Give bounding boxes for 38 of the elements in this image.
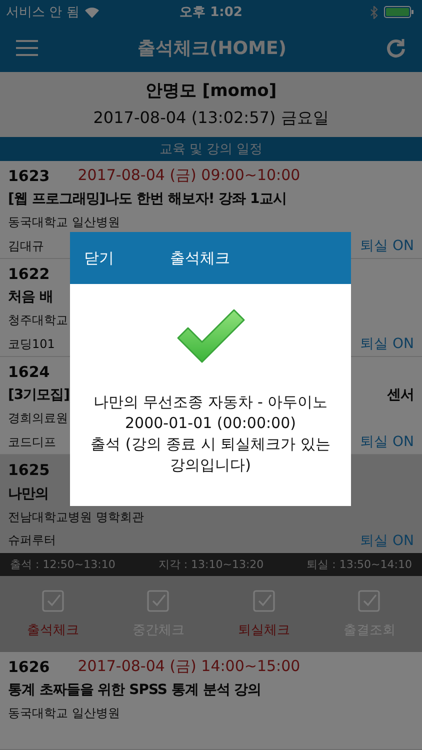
exit-status: 퇴실 ON — [360, 433, 414, 452]
lecture-location: 경희의료원 — [8, 410, 68, 428]
time-range: 퇴실 : 13:50~14:10 — [306, 556, 412, 572]
lecture-id: 1622 — [8, 264, 50, 283]
attendance-datetime: 2000-01-01 (00:00:00) — [124, 413, 296, 434]
attendance-message: 출석 (강의 종료 시 퇴실체크가 있는 강의입니다) — [90, 434, 332, 476]
exit-status: 퇴실 ON — [360, 335, 414, 354]
lecture-id: 1623 — [8, 166, 50, 185]
lecture-title: [3기모집] — [8, 386, 70, 404]
lecture-id: 1624 — [8, 362, 50, 381]
lecture-date: 2017-08-04 (금) 14:00~15:00 — [78, 657, 300, 676]
lecture-name: 나만의 무선조종 자동차 - 아두이노 — [93, 392, 328, 413]
lecture-id: 1625 — [8, 461, 50, 479]
lecture-location: 청주대학교 — [8, 312, 68, 330]
section-title: 교육 및 강의 일정 — [159, 140, 263, 158]
lecture-title: 통계 초짜들을 위한 SPSS 통계 분석 강의 — [8, 681, 262, 700]
lecture-location: 동국대학교 일산병원 — [8, 705, 120, 722]
time-range: 지각 : 13:10~13:20 — [158, 556, 264, 572]
exit-status: 퇴실 ON — [360, 532, 414, 550]
lecture-location: 전남대학교병원 명학회관 — [8, 508, 144, 526]
lecture-title: 나만의 — [8, 484, 48, 502]
instructor-name: 슈퍼루터 — [8, 532, 56, 549]
lecture-title: [웹 프로그래밍]나도 한번 해보자! 강좌 1교시 — [8, 190, 286, 208]
lecture-title: 센서 — [387, 386, 414, 404]
exit-status: 퇴실 ON — [360, 237, 414, 256]
user-name: 안명모 [momo] — [145, 80, 277, 102]
lecture-location: 동국대학교 일산병원 — [8, 214, 120, 232]
instructor-name: 코드디프 — [8, 434, 56, 451]
clock-text: 오후 1:02 — [180, 4, 242, 21]
lecture-id: 1626 — [8, 658, 50, 676]
page-title: 출석체크(HOME) — [137, 37, 287, 60]
instructor-name: 코딩101 — [8, 336, 55, 353]
current-datetime: 2017-08-04 (13:02:57) 금요일 — [93, 108, 329, 130]
time-range: 출석 : 12:50~13:10 — [10, 556, 116, 572]
instructor-name: 김대규 — [8, 238, 44, 255]
lecture-date: 2017-08-04 (금) 09:00~10:00 — [78, 166, 300, 186]
carrier-text: 서비스 안 됨 — [6, 4, 80, 21]
lecture-title: 처음 배 — [8, 288, 53, 306]
